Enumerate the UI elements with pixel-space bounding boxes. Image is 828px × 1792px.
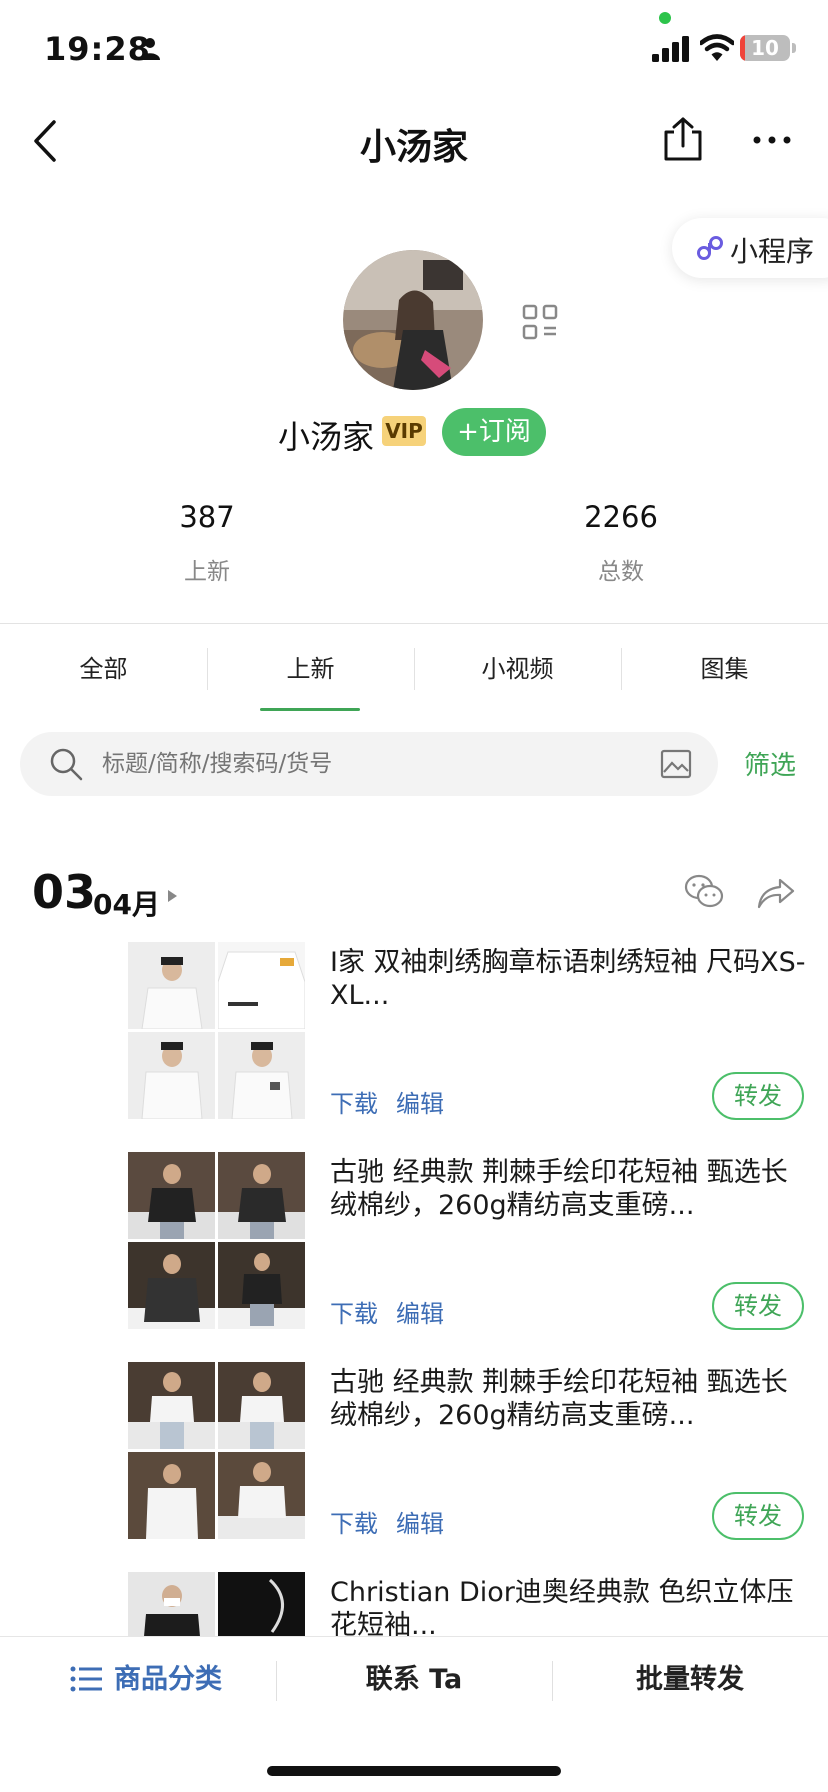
qr-code-icon[interactable] [522, 304, 558, 340]
product-thumbnail [128, 1152, 215, 1239]
download-link[interactable]: 下载 [330, 1510, 378, 1538]
product-thumbnail [128, 1242, 215, 1329]
product-thumbnail [128, 1452, 215, 1539]
repost-button[interactable]: 转发 [712, 1282, 804, 1330]
stat-total-items[interactable]: 2266 总数 [521, 500, 721, 586]
download-link[interactable]: 下载 [330, 1090, 378, 1118]
home-indicator [267, 1766, 561, 1776]
product-thumbnail-grid[interactable] [128, 1362, 306, 1540]
mini-program-button[interactable]: 小程序 [672, 218, 828, 278]
privacy-indicator-dot [659, 12, 671, 24]
download-link[interactable]: 下载 [330, 1300, 378, 1328]
stat-total-value: 2266 [584, 500, 658, 534]
product-item[interactable]: 古驰 经典款 荆棘手绘印花短袖 甄选长绒棉纱，260g精纺高支重磅... 下载编… [128, 1152, 808, 1332]
repost-button[interactable]: 转发 [712, 1492, 804, 1540]
mini-program-label: 小程序 [730, 235, 815, 268]
avatar[interactable] [343, 250, 483, 390]
expand-arrow-icon[interactable] [168, 890, 177, 902]
edit-link[interactable]: 编辑 [396, 1300, 444, 1328]
product-thumbnail [218, 1362, 305, 1449]
product-thumbnail [128, 1362, 215, 1449]
person-icon [140, 38, 160, 60]
share-icon[interactable] [660, 116, 706, 162]
product-title: I家 双袖刺绣胸章标语刺绣短袖 尺码XS-XL... [330, 947, 806, 1011]
tab-new[interactable]: 上新 [207, 624, 414, 714]
more-icon[interactable] [752, 134, 792, 146]
product-thumbnail [218, 1032, 305, 1119]
battery-level: 10 [751, 36, 779, 60]
stat-new-value: 387 [179, 500, 235, 534]
battery-tip [792, 43, 796, 53]
product-actions: 下载 编辑 [330, 1504, 462, 1539]
bulk-repost-button[interactable]: 批量转发 [552, 1637, 828, 1723]
stat-new-label: 上新 [184, 559, 230, 585]
product-thumbnail [218, 1572, 305, 1636]
tab-bar: 全部 上新 小视频 图集 [0, 624, 828, 714]
mini-program-icon [697, 236, 723, 260]
product-thumbnail-grid[interactable] [128, 942, 306, 1120]
product-thumbnail [128, 1572, 215, 1636]
forward-icon[interactable] [756, 876, 796, 910]
filter-button[interactable]: 筛选 [744, 745, 796, 782]
product-actions: 下载 编辑 [330, 1084, 462, 1119]
avatar-image [343, 250, 483, 390]
product-thumbnail [218, 1152, 305, 1239]
product-actions: 下载 编辑 [330, 1294, 462, 1329]
tab-all[interactable]: 全部 [0, 624, 207, 714]
status-bar: 19:28 10 [0, 0, 828, 100]
product-title: Christian Dior迪奥经典款 色织立体压花短袖... [330, 1577, 794, 1636]
battery-indicator: 10 [740, 35, 790, 61]
stat-new-items[interactable]: 387 上新 [107, 500, 307, 586]
wifi-icon [700, 34, 734, 61]
product-item[interactable]: 古驰 经典款 荆棘手绘印花短袖 甄选长绒棉纱，260g精纺高支重磅... 下载编… [128, 1362, 808, 1542]
list-icon [70, 1666, 102, 1691]
product-item[interactable]: Christian Dior迪奥经典款 色织立体压花短袖... [128, 1572, 808, 1636]
tab-albums[interactable]: 图集 [621, 624, 828, 714]
date-day: 03 [32, 865, 97, 919]
image-search-icon[interactable] [660, 748, 692, 780]
subscribe-button[interactable]: +订阅 [442, 408, 546, 456]
category-button[interactable]: 商品分类 [8, 1637, 284, 1723]
product-thumbnail [128, 1032, 215, 1119]
search-icon [50, 748, 83, 781]
product-thumbnail [218, 1242, 305, 1329]
active-tab-indicator [260, 708, 360, 711]
search-input[interactable] [102, 732, 642, 796]
edit-link[interactable]: 编辑 [396, 1510, 444, 1538]
contact-button[interactable]: 联系 Ta [276, 1637, 552, 1723]
repost-button[interactable]: 转发 [712, 1072, 804, 1120]
shop-name: 小汤家 [278, 418, 375, 456]
product-item[interactable]: I家 双袖刺绣胸章标语刺绣短袖 尺码XS-XL... 下载 编辑 转发 [128, 942, 808, 1122]
search-bar[interactable] [20, 732, 718, 796]
status-time: 19:28 [44, 30, 151, 68]
product-thumbnail [128, 942, 215, 1029]
stat-total-label: 总数 [598, 559, 644, 585]
edit-link[interactable]: 编辑 [396, 1090, 444, 1118]
date-month: 04月 [93, 888, 160, 921]
vip-badge: VIP [382, 416, 426, 446]
category-label: 商品分类 [114, 1664, 222, 1695]
product-thumbnail [218, 942, 305, 1029]
product-title: 古驰 经典款 荆棘手绘印花短袖 甄选长绒棉纱，260g精纺高支重磅... [330, 1367, 788, 1431]
signal-icon [652, 36, 689, 62]
product-thumbnail-grid[interactable] [128, 1152, 306, 1330]
product-thumbnail-grid[interactable] [128, 1572, 306, 1636]
product-thumbnail [218, 1452, 305, 1539]
tab-videos[interactable]: 小视频 [414, 624, 621, 714]
product-title: 古驰 经典款 荆棘手绘印花短袖 甄选长绒棉纱，260g精纺高支重磅... [330, 1157, 788, 1221]
wechat-icon[interactable] [684, 874, 724, 910]
